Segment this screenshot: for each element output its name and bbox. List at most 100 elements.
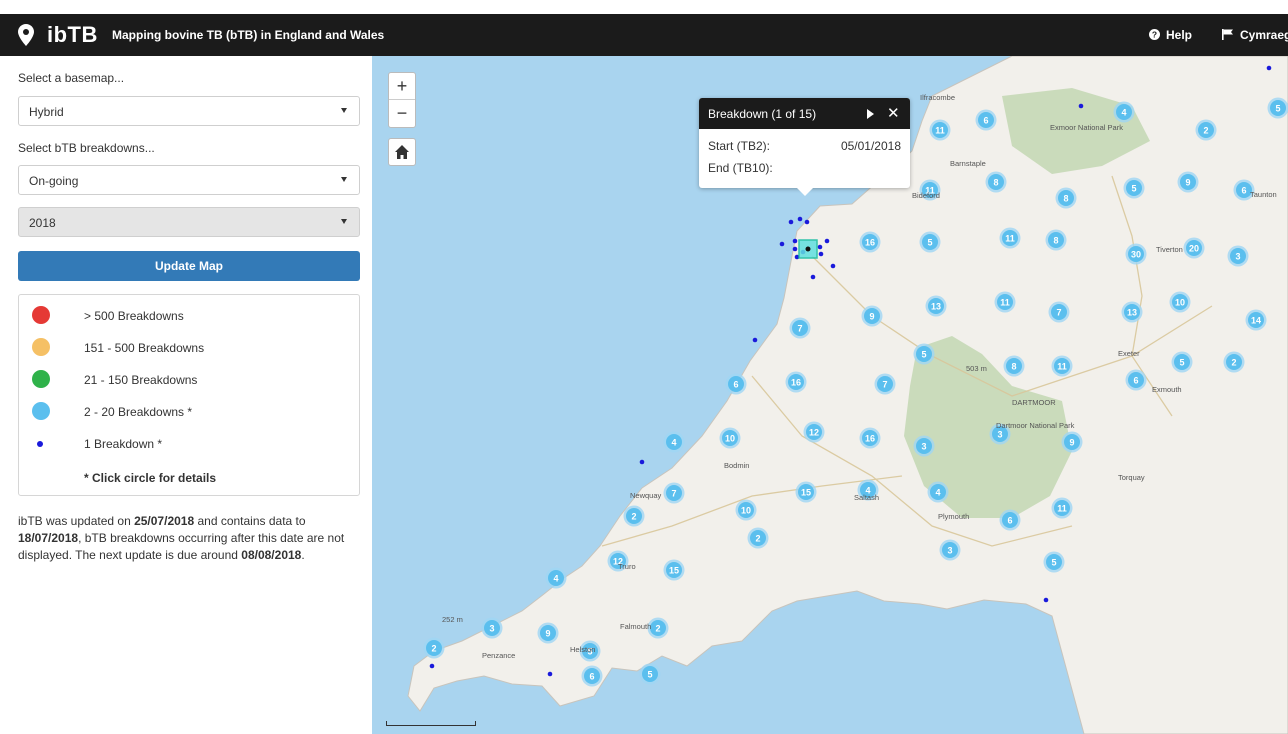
update-map-button[interactable]: Update Map — [18, 251, 360, 281]
cluster-marker[interactable]: 2 — [623, 505, 645, 527]
cluster-marker[interactable]: 9 — [1177, 171, 1199, 193]
single-breakdown-dot[interactable] — [788, 219, 794, 225]
cluster-count: 6 — [983, 116, 988, 126]
cluster-marker[interactable]: 13 — [1121, 301, 1143, 323]
cluster-count: 6 — [1133, 376, 1138, 386]
single-breakdown-dot[interactable] — [779, 241, 785, 247]
map-view[interactable]: 11 6 4 5 2 11 8 8 5 9 6 16 5 11 8 30 20 3 9 13 11 7 13 10 14 7 5 8 1… — [372, 56, 1288, 734]
cluster-marker[interactable]: 16 — [859, 231, 881, 253]
language-link[interactable]: Cymraeg — [1222, 28, 1288, 42]
single-breakdown-dot[interactable] — [1266, 65, 1272, 71]
cluster-marker[interactable]: 8 — [1045, 229, 1067, 251]
cluster-marker[interactable]: 10 — [735, 499, 757, 521]
cluster-count: 8 — [1063, 194, 1068, 204]
cluster-marker[interactable]: 20 — [1183, 237, 1205, 259]
cluster-marker[interactable]: 5 — [1043, 551, 1065, 573]
cluster-marker[interactable]: 9 — [861, 305, 883, 327]
cluster-marker[interactable]: 7 — [663, 482, 685, 504]
cluster-marker[interactable]: 16 — [785, 371, 807, 393]
single-breakdown-dot[interactable] — [752, 337, 758, 343]
cluster-marker[interactable]: 5 — [1171, 351, 1193, 373]
breakdowns-select[interactable]: On-going — [18, 165, 360, 195]
basemap-select[interactable]: Hybrid — [18, 96, 360, 126]
cluster-marker[interactable]: 8 — [1003, 355, 1025, 377]
cluster-marker[interactable]: 10 — [719, 427, 741, 449]
cluster-marker[interactable]: 11 — [999, 227, 1021, 249]
cluster-count: 30 — [1131, 250, 1141, 260]
help-link[interactable]: ? Help — [1149, 28, 1192, 42]
cluster-marker[interactable]: 14 — [1245, 309, 1267, 331]
home-button[interactable] — [388, 138, 416, 166]
single-breakdown-dot[interactable] — [429, 663, 435, 669]
cluster-marker[interactable]: 11 — [1051, 355, 1073, 377]
cluster-marker[interactable]: 5 — [919, 231, 941, 253]
zoom-in-button[interactable]: + — [389, 73, 415, 100]
cluster-marker[interactable]: 2 — [1195, 119, 1217, 141]
data-to-date: 18/07/2018 — [18, 531, 79, 545]
single-breakdown-dot[interactable] — [797, 216, 803, 222]
help-label: Help — [1166, 28, 1193, 42]
single-breakdown-dot[interactable] — [639, 459, 645, 465]
zoom-out-button[interactable]: − — [389, 100, 415, 126]
cluster-marker[interactable]: 12 — [803, 421, 825, 443]
legend-label: > 500 Breakdowns — [84, 309, 184, 323]
single-breakdown-dot[interactable] — [1078, 103, 1084, 109]
cluster-marker[interactable]: 11 — [1051, 497, 1073, 519]
cluster-marker[interactable]: 3 — [939, 539, 961, 561]
single-breakdown-dot[interactable] — [804, 219, 810, 225]
cluster-marker[interactable]: 30 — [1125, 243, 1147, 265]
cluster-marker[interactable]: 4 — [663, 431, 685, 453]
cluster-marker[interactable]: 6 — [581, 665, 603, 687]
cluster-marker[interactable]: 3 — [913, 435, 935, 457]
close-icon[interactable]: ✕ — [887, 104, 900, 122]
cluster-marker[interactable]: 10 — [1169, 291, 1191, 313]
cluster-marker[interactable]: 11 — [994, 291, 1016, 313]
cluster-marker[interactable]: 3 — [481, 617, 503, 639]
cluster-marker[interactable]: 7 — [789, 317, 811, 339]
cluster-marker[interactable]: 3 — [1227, 245, 1249, 267]
cluster-marker[interactable]: 9 — [537, 622, 559, 644]
single-breakdown-dot[interactable] — [810, 274, 816, 280]
cluster-marker[interactable]: 4 — [1113, 101, 1135, 123]
cluster-marker[interactable]: 6 — [725, 373, 747, 395]
year-select[interactable]: 2018 — [18, 207, 360, 237]
cluster-marker[interactable]: 2 — [1223, 351, 1245, 373]
single-breakdown-dot[interactable] — [818, 251, 824, 257]
cluster-marker[interactable]: 6 — [1125, 369, 1147, 391]
single-breakdown-dot[interactable] — [1043, 597, 1049, 603]
cluster-marker[interactable]: 8 — [1055, 187, 1077, 209]
cluster-count: 12 — [809, 428, 819, 438]
cluster-marker[interactable]: 6 — [975, 109, 997, 131]
cluster-marker[interactable]: 4 — [927, 481, 949, 503]
cluster-marker[interactable]: 5 — [1267, 97, 1288, 119]
single-breakdown-dot[interactable] — [792, 238, 798, 244]
cluster-marker[interactable]: 2 — [423, 637, 445, 659]
cluster-marker[interactable]: 5 — [639, 663, 661, 685]
cluster-marker[interactable]: 5 — [913, 343, 935, 365]
single-breakdown-dot[interactable] — [817, 244, 823, 250]
cluster-marker[interactable]: 16 — [859, 427, 881, 449]
cluster-marker[interactable]: 2 — [747, 527, 769, 549]
cluster-count: 5 — [647, 670, 652, 680]
cluster-marker[interactable]: 9 — [1061, 431, 1083, 453]
single-breakdown-dot[interactable] — [792, 246, 798, 252]
cluster-marker[interactable]: 6 — [999, 509, 1021, 531]
cluster-count: 5 — [1179, 358, 1184, 368]
app-brand[interactable]: ibTB — [47, 22, 98, 48]
cluster-marker[interactable]: 7 — [1048, 301, 1070, 323]
cluster-count: 8 — [1011, 362, 1016, 372]
single-breakdown-dot[interactable] — [824, 238, 830, 244]
start-label: Start (TB2): — [708, 139, 771, 153]
cluster-marker[interactable]: 15 — [663, 559, 685, 581]
cluster-marker[interactable]: 8 — [985, 171, 1007, 193]
cluster-marker[interactable]: 5 — [1123, 177, 1145, 199]
cluster-marker[interactable]: 4 — [545, 567, 567, 589]
cluster-marker[interactable]: 13 — [925, 295, 947, 317]
cluster-marker[interactable]: 15 — [795, 481, 817, 503]
cluster-marker[interactable]: 7 — [874, 373, 896, 395]
single-breakdown-dot[interactable] — [547, 671, 553, 677]
cluster-count: 5 — [1131, 184, 1136, 194]
next-arrow-icon[interactable] — [867, 109, 874, 119]
cluster-marker[interactable]: 11 — [929, 119, 951, 141]
single-breakdown-dot[interactable] — [830, 263, 836, 269]
